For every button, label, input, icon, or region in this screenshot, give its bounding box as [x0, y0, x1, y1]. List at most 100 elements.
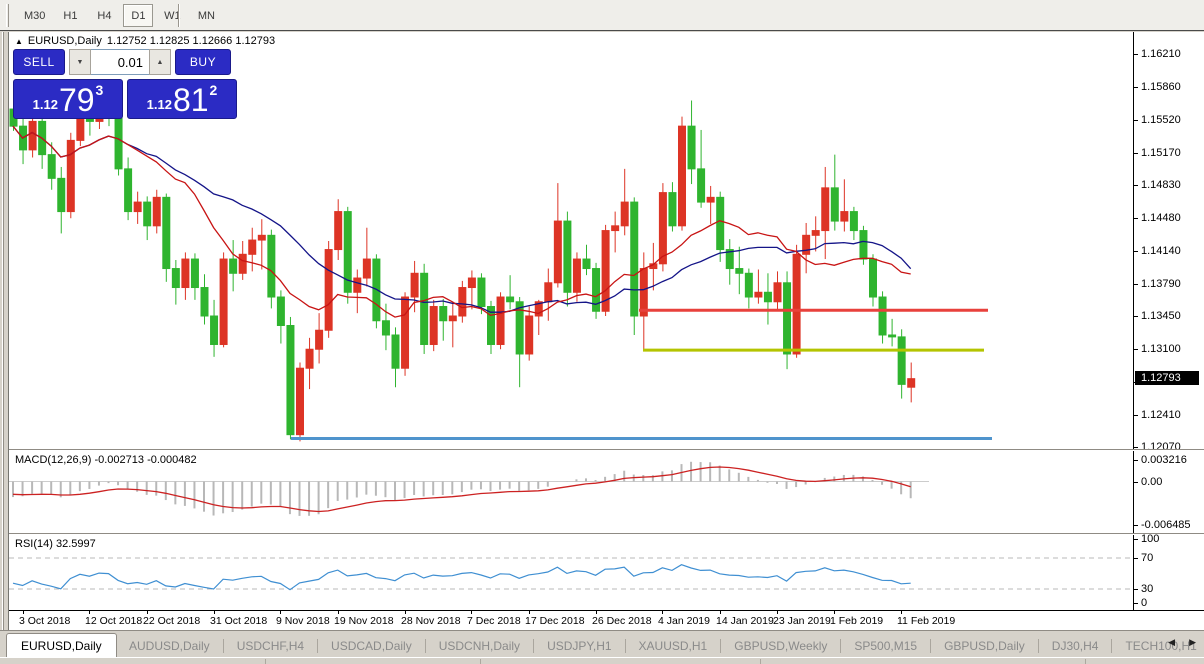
tab-scroll-left-icon[interactable]: ◀ [1168, 637, 1175, 648]
price-tick-label: 1.13450 [1141, 310, 1181, 322]
timeframe-button-m30[interactable]: M30 [18, 4, 51, 27]
date-tick-mark [338, 611, 339, 614]
buy-price-prefix: 1.12 [146, 97, 172, 112]
timeframe-button-mn[interactable]: MN [191, 4, 221, 27]
date-label: 12 Oct 2018 [85, 615, 143, 627]
price-tick-mark [1134, 54, 1138, 55]
price-tick-mark [1134, 349, 1138, 350]
tab-usdchf-h4[interactable]: USDCHF,H4 [224, 639, 317, 653]
price-tick-label: 1.15860 [1141, 81, 1181, 93]
rsi-tick-label: 0 [1141, 597, 1148, 609]
date-label: 28 Nov 2018 [401, 615, 461, 627]
date-tick-mark [834, 611, 835, 614]
tab-gbpusd-weekly[interactable]: GBPUSD,Weekly [721, 639, 840, 653]
date-axis[interactable]: 3 Oct 2018 12 Oct 2018 22 Oct 2018 31 Oct 2… [9, 610, 1204, 630]
tab-gbpusd-daily[interactable]: GBPUSD,Daily [931, 639, 1038, 653]
date-tick-mark [596, 611, 597, 614]
date-tick-mark [471, 611, 472, 614]
rsi-tick-label: 30 [1141, 583, 1154, 595]
tab-eurusd-daily[interactable]: EURUSD,Daily [6, 633, 117, 658]
status-bar [0, 657, 1204, 664]
rsi-line [12, 564, 911, 591]
date-tick-mark [662, 611, 663, 614]
timeframe-toolbar: M30 H1 H4 D1 W1 MN [0, 0, 1204, 31]
price-tick-mark [1134, 120, 1138, 121]
date-tick-mark [901, 611, 902, 614]
buy-price-sup: 2 [209, 82, 218, 98]
tab-usdjpy-h1[interactable]: USDJPY,H1 [534, 639, 624, 653]
chart-tab-bar: EURUSD,Daily AUDUSD,Daily USDCHF,H4 USDCAD… [0, 630, 1204, 658]
sell-button[interactable]: SELL [13, 49, 65, 75]
macd-tick-mark [1134, 525, 1138, 526]
statusbar-divider [760, 659, 761, 664]
date-label: 17 Dec 2018 [525, 615, 585, 627]
price-tick-mark [1134, 415, 1138, 416]
price-tick-mark [1134, 218, 1138, 219]
chart-symbol-label: EURUSD,Daily [27, 35, 102, 47]
price-tick-label: 1.13100 [1141, 343, 1181, 355]
buy-button[interactable]: BUY [175, 49, 231, 75]
date-label: 9 Nov 2018 [276, 615, 330, 627]
date-tick-mark [777, 611, 778, 614]
tab-sp500-m15[interactable]: SP500,M15 [841, 639, 930, 653]
price-tick-mark [1134, 284, 1138, 285]
buy-price-big: 81 [172, 82, 209, 118]
rsi-chart[interactable] [9, 535, 1133, 610]
price-tick-label: 1.14480 [1141, 212, 1181, 224]
buy-quote-tile[interactable]: 1.12 81 2 [127, 79, 237, 119]
price-tick-label: 1.14140 [1141, 245, 1181, 257]
volume-input[interactable] [91, 49, 149, 75]
date-label: 19 Nov 2018 [334, 615, 394, 627]
price-tick-label: 1.15170 [1141, 147, 1181, 159]
timeframe-button-h1[interactable]: H1 [55, 4, 85, 27]
tab-dj30-h4[interactable]: DJ30,H4 [1039, 639, 1112, 653]
macd-tick-label: -0.006485 [1141, 519, 1191, 531]
date-tick-mark [529, 611, 530, 614]
price-tick-label: 1.15520 [1141, 114, 1181, 126]
price-tick-mark [1134, 185, 1138, 186]
tab-audusd-daily[interactable]: AUDUSD,Daily [116, 639, 223, 653]
statusbar-divider [265, 659, 266, 664]
timeframe-buttons: M30 H1 H4 D1 W1 MN [16, 3, 223, 28]
price-tick-label: 1.16210 [1141, 48, 1181, 60]
macd-label: MACD(12,26,9) -0.002713 -0.000482 [15, 454, 197, 466]
sell-price-prefix: 1.12 [32, 97, 58, 112]
tab-scroll-right-icon[interactable]: ▶ [1189, 637, 1196, 648]
macd-tick-mark [1134, 482, 1138, 483]
one-click-collapse-icon[interactable]: ▲ [15, 37, 23, 46]
inactive-tabs: AUDUSD,Daily USDCHF,H4 USDCAD,Daily USDCNH,… [116, 633, 1204, 658]
date-label: 7 Dec 2018 [467, 615, 521, 627]
rsi-tick-mark [1134, 589, 1138, 590]
toolbar-grip[interactable] [6, 4, 9, 27]
date-label: 3 Oct 2018 [19, 615, 71, 627]
spinner-up-icon: ▲ [156, 58, 164, 66]
date-label: 26 Dec 2018 [592, 615, 652, 627]
macd-axis[interactable]: 0.003216 0.00 -0.006485 [1133, 451, 1204, 533]
date-label: 11 Feb 2019 [897, 615, 956, 627]
timeframe-button-h4[interactable]: H4 [89, 4, 119, 27]
tab-xauusd-h1[interactable]: XAUUSD,H1 [626, 639, 721, 653]
rsi-axis[interactable]: 100 70 30 0 [1133, 533, 1204, 610]
date-label: 14 Jan 2019 [716, 615, 774, 627]
volume-decrease-button[interactable]: ▼ [69, 49, 91, 75]
timeframe-button-d1[interactable]: D1 [123, 4, 154, 27]
volume-increase-button[interactable]: ▲ [149, 49, 171, 75]
sell-quote-tile[interactable]: 1.12 79 3 [13, 79, 123, 119]
chart-title: ▲ EURUSD,Daily 1.12752 1.12825 1.12666 1… [15, 35, 275, 47]
price-axis[interactable]: 1.16210 1.15860 1.15520 1.15170 1.14830 1.144… [1133, 32, 1204, 453]
date-tick-mark [720, 611, 721, 614]
date-tick-mark [405, 611, 406, 614]
macd-tick-mark [1134, 460, 1138, 461]
date-tick-mark [214, 611, 215, 614]
timeframe-button-w1[interactable]: W1 [157, 4, 187, 27]
left-panel-splitter[interactable] [0, 32, 8, 657]
price-pane: 1.16210 1.15860 1.15520 1.15170 1.14830 1.144… [9, 32, 1204, 453]
spinner-down-icon: ▼ [76, 58, 84, 66]
rsi-label: RSI(14) 32.5997 [15, 538, 96, 550]
rsi-tick-label: 70 [1141, 552, 1154, 564]
date-tick-mark [280, 611, 281, 614]
rsi-plot-area[interactable] [9, 535, 1133, 610]
tab-usdcnh-daily[interactable]: USDCNH,Daily [426, 639, 533, 653]
rsi-tick-mark [1134, 539, 1138, 540]
tab-usdcad-daily[interactable]: USDCAD,Daily [318, 639, 425, 653]
